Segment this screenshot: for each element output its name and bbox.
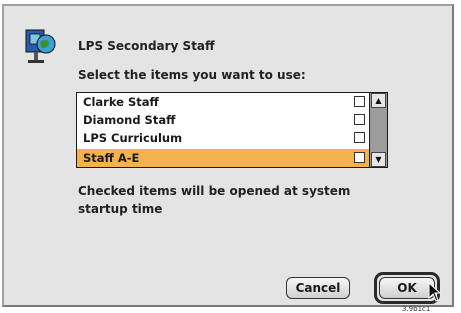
list-item[interactable]: Clarke Staff — [77, 93, 369, 111]
checkbox[interactable] — [354, 114, 365, 125]
prompt-label: Select the items you want to use: — [78, 68, 306, 82]
mouse-pointer-icon — [428, 282, 442, 302]
checkbox[interactable] — [354, 132, 365, 143]
list-item[interactable]: LPS Curriculum — [77, 129, 369, 147]
server-name: LPS Secondary Staff — [78, 39, 215, 53]
afp-volume-dialog: LPS Secondary Staff Select the items you… — [2, 4, 454, 313]
file-server-icon — [25, 29, 56, 63]
list-item-label: Staff A-E — [83, 151, 140, 165]
cancel-button[interactable]: Cancel — [286, 277, 350, 299]
list-item-label: Clarke Staff — [83, 95, 159, 109]
list-item[interactable]: Diamond Staff — [77, 111, 369, 129]
checkbox[interactable] — [354, 96, 365, 107]
list-item-selected[interactable]: Staff A-E — [77, 149, 369, 167]
startup-info-text: Checked items will be opened at system s… — [78, 184, 351, 216]
vertical-scrollbar[interactable]: ▲ ▼ — [369, 93, 387, 167]
checkbox[interactable] — [354, 152, 365, 163]
ok-button[interactable]: OK — [379, 277, 435, 299]
list-item-label: LPS Curriculum — [83, 131, 183, 145]
scroll-up-arrow-icon[interactable]: ▲ — [371, 93, 386, 108]
version-label: 3.9b1c1 — [402, 305, 431, 313]
list-item-label: Diamond Staff — [83, 113, 176, 127]
volume-list[interactable]: Clarke Staff Diamond Staff LPS Curriculu… — [76, 92, 388, 168]
scroll-down-arrow-icon[interactable]: ▼ — [371, 152, 386, 167]
